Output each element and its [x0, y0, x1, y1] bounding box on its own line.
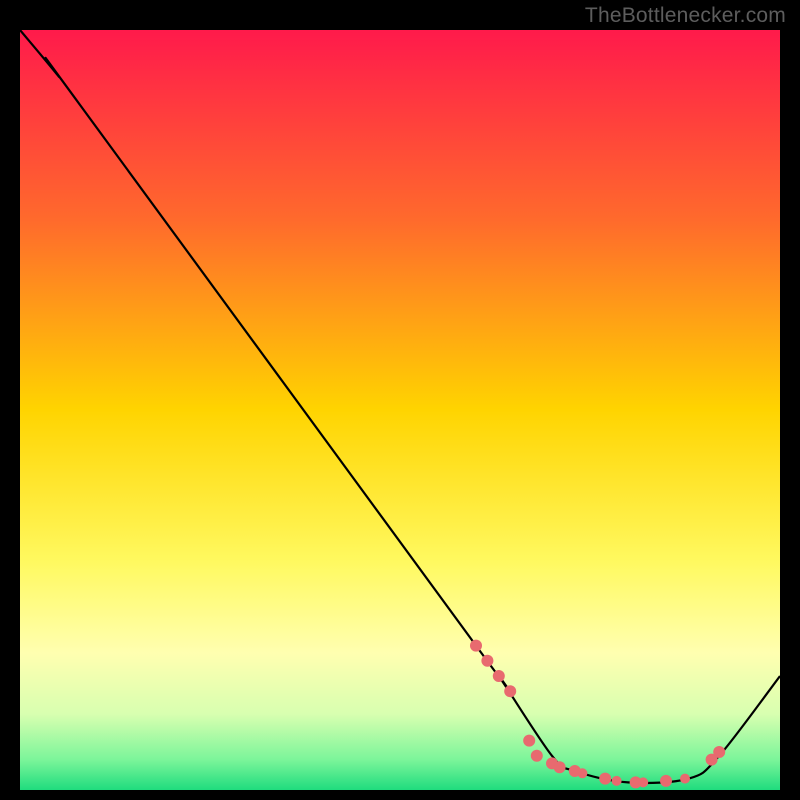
data-marker	[713, 746, 725, 758]
data-marker	[481, 655, 493, 667]
data-marker	[680, 774, 690, 784]
data-marker	[599, 773, 611, 785]
data-marker	[493, 670, 505, 682]
data-marker	[577, 768, 587, 778]
data-marker	[554, 761, 566, 773]
bottleneck-chart	[20, 30, 780, 790]
plot-area	[20, 30, 780, 790]
data-marker	[612, 776, 622, 786]
data-marker	[523, 735, 535, 747]
data-marker	[638, 777, 648, 787]
data-marker	[470, 640, 482, 652]
gradient-background	[20, 30, 780, 790]
chart-frame: TheBottlenecker.com	[0, 0, 800, 800]
data-marker	[504, 685, 516, 697]
data-marker	[660, 775, 672, 787]
attribution-label: TheBottlenecker.com	[585, 4, 786, 28]
data-marker	[531, 750, 543, 762]
